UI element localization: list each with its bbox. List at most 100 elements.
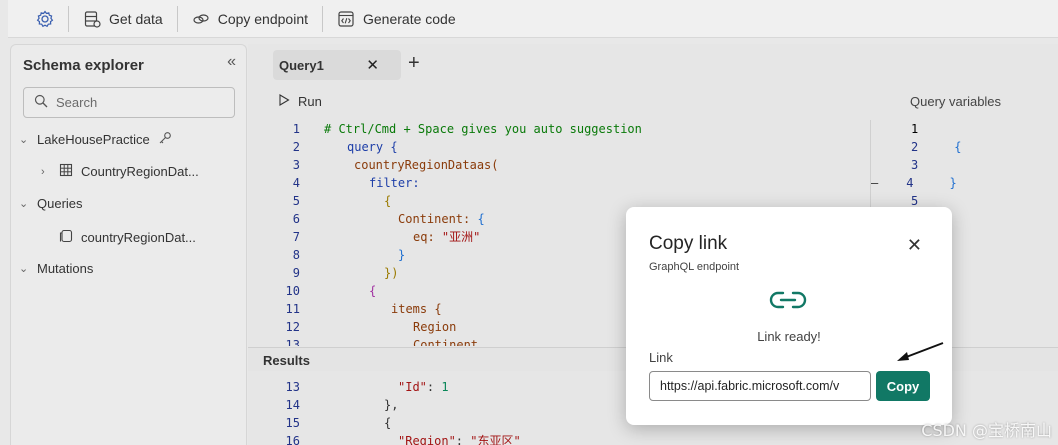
play-icon: [278, 94, 290, 109]
line-number: 9: [292, 266, 300, 280]
line-number: 7: [292, 230, 300, 244]
line-number: 10: [285, 284, 300, 298]
line-number: 1: [292, 122, 300, 136]
search-input[interactable]: Search: [23, 87, 235, 118]
code-continent-field: Continent: [413, 338, 479, 346]
close-icon[interactable]: ✕: [366, 56, 379, 74]
line-number: 13: [285, 338, 300, 346]
line-number: 2: [292, 140, 300, 154]
tree-item-queries[interactable]: ⌄ Queries: [19, 196, 83, 211]
json-brace: {: [384, 416, 392, 430]
chevron-right-icon[interactable]: ›: [41, 166, 51, 178]
line-number: 6: [292, 212, 300, 226]
code-comment: # Ctrl/Cmd + Space gives you auto sugges…: [324, 122, 642, 136]
json-brace: },: [384, 398, 399, 412]
line-number: 2: [911, 140, 919, 154]
code-items: items {: [391, 302, 442, 316]
generate-code-label: Generate code: [363, 10, 456, 27]
line-number: 1: [911, 122, 919, 136]
search-icon: [34, 94, 48, 111]
chevron-down-icon[interactable]: ⌄: [19, 262, 29, 275]
code-field: countryRegionDataas(: [354, 158, 499, 172]
code-brace: }: [398, 248, 406, 262]
code-brace: }): [384, 266, 399, 280]
link-icon: [192, 10, 210, 28]
copy-link-dialog: Copy link GraphQL endpoint ✕ Link ready!…: [626, 207, 952, 425]
search-placeholder: Search: [56, 95, 98, 110]
line-number: 4: [906, 176, 914, 190]
watermark: CSDN @宝桥南山: [921, 421, 1052, 440]
line-number: 8: [292, 248, 300, 262]
code-region: Region: [413, 320, 457, 334]
add-tab-button[interactable]: +: [408, 52, 420, 75]
query-icon: [59, 229, 73, 246]
link-icon: [768, 289, 808, 314]
code-brace: {: [369, 284, 377, 298]
code-brace: }: [949, 176, 957, 190]
json-value: "东亚区": [470, 434, 521, 445]
json-value: 1: [441, 380, 449, 394]
line-number: 14: [285, 398, 300, 412]
line-number: 5: [911, 194, 919, 208]
line-number: 15: [285, 416, 300, 430]
results-label: Results: [263, 353, 310, 368]
line-number: 16: [285, 434, 300, 445]
schema-explorer-title: Schema explorer: [23, 57, 144, 74]
tab-label: Query1: [279, 57, 324, 73]
line-number: 3: [292, 158, 300, 172]
queries-label: Queries: [37, 196, 83, 211]
line-number: 13: [285, 380, 300, 394]
query-label: countryRegionDat...: [81, 230, 196, 245]
dialog-title: Copy link: [649, 233, 728, 254]
generate-code-button[interactable]: Generate code: [323, 0, 470, 38]
lakehouse-label: LakeHousePractice: [37, 132, 150, 147]
code-brace: {: [954, 140, 962, 154]
query-variables-label: Query variables: [910, 94, 1002, 109]
collapse-panel-icon[interactable]: «: [227, 53, 236, 71]
json-separator: :: [426, 380, 442, 394]
tree-item-query[interactable]: countryRegionDat...: [59, 229, 196, 246]
key-icon: [158, 131, 172, 148]
get-data-button[interactable]: Get data: [69, 0, 177, 38]
code-query-keyword: query {: [347, 140, 398, 154]
database-icon: [83, 10, 101, 28]
code-eq-value: "亚洲": [441, 230, 481, 244]
settings-button[interactable]: [22, 0, 68, 38]
table-icon: [59, 163, 73, 180]
get-data-label: Get data: [109, 10, 163, 27]
code-brace: {: [384, 194, 392, 208]
schema-explorer-panel: Schema explorer « Search ⌄ LakeHousePrac…: [10, 44, 247, 445]
tree-item-table[interactable]: › CountryRegionDat...: [41, 163, 199, 180]
json-separator: :: [455, 434, 471, 445]
line-number: 5: [292, 194, 300, 208]
copy-endpoint-label: Copy endpoint: [217, 10, 308, 27]
line-number: 11: [285, 302, 300, 316]
tab-query1[interactable]: Query1 ✕: [273, 50, 401, 80]
run-button[interactable]: Run: [278, 94, 322, 109]
line-number: 3: [911, 158, 919, 172]
link-field[interactable]: [649, 371, 871, 401]
run-label: Run: [298, 94, 322, 109]
dialog-subtitle: GraphQL endpoint: [649, 261, 740, 273]
fold-marker: —: [871, 176, 879, 190]
annotation-arrow: [897, 342, 944, 361]
code-brace: {: [477, 212, 485, 226]
code-filter: filter:: [369, 176, 420, 190]
code-continent: Continent:: [398, 212, 471, 226]
chevron-down-icon[interactable]: ⌄: [19, 197, 29, 210]
link-label: Link: [649, 350, 673, 365]
code-eq: eq:: [413, 230, 435, 244]
copy-button[interactable]: Copy: [876, 371, 930, 401]
chevron-down-icon[interactable]: ⌄: [19, 133, 29, 146]
json-key: "Region": [398, 434, 456, 445]
toolbar: Get data Copy endpoint Generate code: [8, 0, 1058, 38]
tree-item-mutations[interactable]: ⌄ Mutations: [19, 261, 93, 276]
mutations-label: Mutations: [37, 261, 94, 276]
code-file-icon: [337, 10, 355, 28]
copy-endpoint-button[interactable]: Copy endpoint: [178, 0, 322, 38]
line-number: 4: [292, 176, 300, 190]
gear-icon: [36, 9, 54, 28]
json-key: "Id": [398, 380, 427, 394]
tree-item-lakehouse[interactable]: ⌄ LakeHousePractice: [19, 131, 172, 148]
close-icon[interactable]: ✕: [907, 235, 922, 256]
